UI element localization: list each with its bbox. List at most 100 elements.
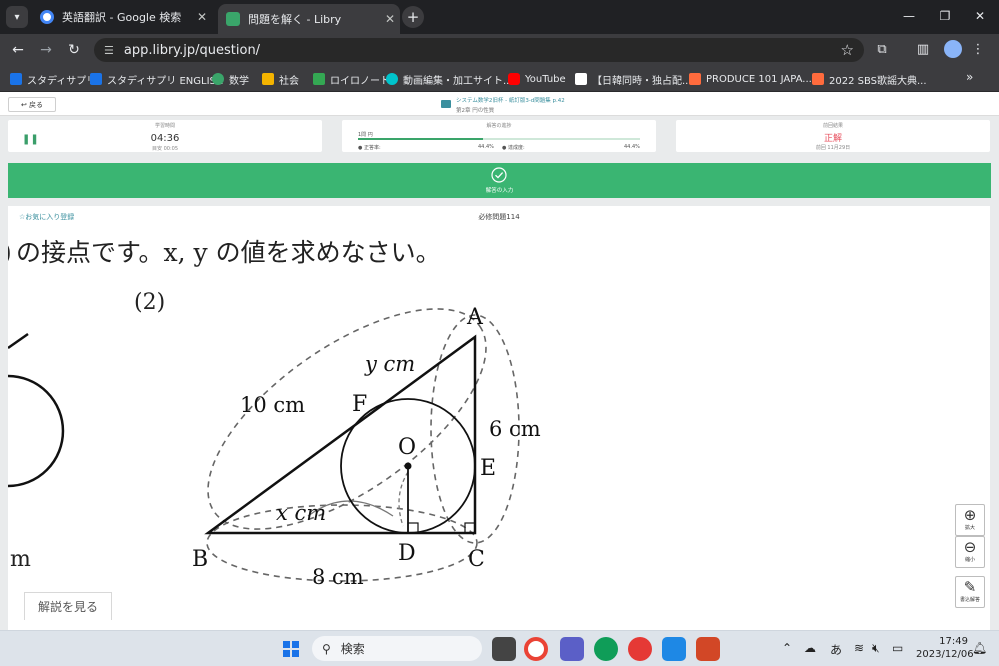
site-icon bbox=[689, 73, 701, 85]
minimize-button[interactable]: — bbox=[897, 6, 921, 26]
wifi-icon[interactable]: ≋ bbox=[854, 641, 864, 655]
edge-icon[interactable] bbox=[594, 637, 618, 661]
reload-icon[interactable]: ↻ bbox=[64, 40, 84, 60]
bookmark-item[interactable]: PRODUCE 101 JAPA... bbox=[689, 71, 812, 87]
youtube-icon bbox=[508, 73, 520, 85]
libry-favicon-icon bbox=[226, 12, 240, 26]
length-af: y cm bbox=[364, 352, 415, 376]
answer-input-label: 解答の入力 bbox=[485, 188, 514, 194]
partial-circle bbox=[8, 374, 65, 488]
previous-result: 正解 bbox=[823, 134, 842, 144]
bookmark-item[interactable]: 2022 SBS歌謡大典... bbox=[812, 71, 927, 87]
canva-icon bbox=[386, 73, 398, 85]
bookmark-item[interactable]: 社会 bbox=[262, 71, 299, 87]
triangle-abc bbox=[204, 334, 477, 535]
problem-text: の接点です。x, y の値を求めなさい。 bbox=[16, 238, 441, 267]
battery-icon[interactable]: ▭ bbox=[892, 641, 903, 655]
volume-muted-icon[interactable]: 🔇︎ bbox=[872, 641, 880, 656]
system-clock[interactable]: 17:49 2023/12/06 bbox=[916, 635, 974, 661]
close-icon[interactable]: ✕ bbox=[380, 12, 400, 26]
windows-taskbar: ⚲ 検索 ⌃ ☁ あ ≋ 🔇︎ ▭ 17:49 2023/12/06 🔔︎ bbox=[0, 630, 999, 666]
profile-avatar[interactable] bbox=[944, 40, 962, 58]
bookmark-item[interactable]: スタディサプリ ENGLISH bbox=[90, 71, 223, 87]
site-icon bbox=[812, 73, 824, 85]
view-solution-tab[interactable]: 解説を見る bbox=[24, 592, 112, 620]
zoom-in-button[interactable]: ⊕ 拡大 bbox=[955, 504, 985, 536]
site-icon bbox=[575, 73, 587, 85]
google-favicon-icon bbox=[40, 10, 54, 24]
media-player-icon[interactable] bbox=[628, 637, 652, 661]
check-circle-icon bbox=[491, 167, 507, 183]
onedrive-icon[interactable]: ☁ bbox=[804, 641, 816, 655]
back-arrow-icon[interactable]: ← bbox=[8, 40, 28, 60]
book-icon bbox=[262, 73, 274, 85]
bookmark-item[interactable]: YouTube bbox=[508, 71, 566, 87]
bookmark-star-icon[interactable]: ☆ bbox=[841, 41, 854, 59]
book-icon bbox=[441, 100, 451, 108]
bookmarks-bar: スタディサプリ スタディサプリ ENGLISH 数学 社会 ロイロノート 動画編… bbox=[0, 66, 999, 92]
powerpoint-icon[interactable] bbox=[696, 637, 720, 661]
libry-page: ↩ 戻る システム数学2旧杯 - 紙訂版3-d問題集 p.42 第2章 円の性質… bbox=[0, 92, 999, 630]
problem-area: ☆お気に入り登録 必修問題114 ) の接点です。x, y の値を求めなさい。 … bbox=[8, 206, 990, 630]
tab-google-search[interactable]: 英語翻訳 - Google 検索 ✕ bbox=[32, 4, 212, 30]
progress-question: 1問 円 bbox=[358, 132, 373, 138]
back-button[interactable]: ↩ 戻る bbox=[8, 97, 56, 112]
progress-fill bbox=[358, 138, 484, 140]
bookmark-item[interactable]: スタディサプリ bbox=[10, 71, 96, 87]
right-angle-d bbox=[407, 522, 419, 534]
bookmark-item[interactable]: 数学 bbox=[212, 71, 249, 87]
taskbar-search[interactable]: ⚲ 検索 bbox=[312, 636, 482, 661]
close-window-button[interactable]: ✕ bbox=[968, 6, 992, 26]
timer-label: 学習時間 bbox=[154, 123, 175, 129]
ime-indicator[interactable]: あ bbox=[830, 641, 842, 658]
part-label: (2) bbox=[134, 290, 165, 315]
notes-button[interactable]: ✎ 書込解答 bbox=[955, 576, 985, 608]
restore-button[interactable]: ❐ bbox=[933, 6, 957, 26]
accuracy-label: ● 正答率: bbox=[358, 145, 381, 151]
tab-libry[interactable]: 問題を解く - Libry ✕ bbox=[218, 4, 400, 34]
bookmark-item[interactable]: ロイロノート bbox=[313, 71, 390, 87]
more-bookmarks-button[interactable]: » bbox=[966, 70, 973, 84]
notification-bell-icon[interactable]: 🔔︎ bbox=[972, 641, 987, 655]
partial-line bbox=[8, 332, 29, 350]
label-o: O bbox=[398, 435, 416, 460]
book-title: システム数学2旧杯 - 紙訂版3-d問題集 p.42 bbox=[456, 98, 565, 104]
teams-icon[interactable] bbox=[560, 637, 584, 661]
new-tab-button[interactable]: + bbox=[402, 6, 424, 28]
windows-start-icon[interactable] bbox=[283, 641, 299, 657]
length-ac: 6 cm bbox=[489, 417, 541, 441]
menu-kebab-icon[interactable]: ⋮ bbox=[968, 40, 988, 60]
plus-icon: + bbox=[406, 8, 420, 26]
zoom-out-button[interactable]: ⊖ 縮小 bbox=[955, 536, 985, 568]
tab-strip: ▾ 英語翻訳 - Google 検索 ✕ 問題を解く - Libry ✕ + —… bbox=[0, 0, 999, 34]
label-d: D bbox=[398, 541, 416, 566]
length-bc: 8 cm bbox=[312, 565, 364, 589]
address-bar[interactable]: ☰ app.libry.jp/question/ ☆ bbox=[94, 38, 864, 62]
close-icon[interactable]: ✕ bbox=[192, 10, 212, 24]
chapter-title: 第2章 円の性質 bbox=[456, 108, 495, 114]
bookmark-item[interactable]: 動画編集・加工サイト... bbox=[386, 71, 513, 87]
label-e: E bbox=[480, 456, 496, 481]
clock-time: 17:49 bbox=[939, 636, 968, 647]
zoom-out-label: 縮小 bbox=[964, 557, 975, 563]
tray-overflow-icon[interactable]: ⌃ bbox=[782, 641, 792, 655]
answer-input-button[interactable]: 解答の入力 bbox=[8, 163, 991, 198]
zoom-in-label: 拡大 bbox=[964, 525, 975, 531]
tab-search-button[interactable]: ▾ bbox=[6, 6, 28, 28]
extensions-icon[interactable]: ⧉ bbox=[872, 40, 892, 60]
task-view-icon[interactable] bbox=[492, 637, 516, 661]
side-panel-icon[interactable]: ▥ bbox=[913, 40, 933, 60]
chrome-icon[interactable] bbox=[524, 637, 548, 661]
search-icon: ⚲ bbox=[322, 641, 331, 656]
photos-icon[interactable] bbox=[662, 637, 686, 661]
site-info-icon[interactable]: ☰ bbox=[104, 44, 114, 57]
bookmark-item[interactable]: 【日韓同時・独占配... bbox=[575, 71, 692, 87]
return-arrow-icon: ↩ bbox=[20, 100, 27, 109]
achievement-value: 44.4% bbox=[624, 144, 640, 150]
partial-unit: m bbox=[10, 547, 31, 572]
length-bd: x cm bbox=[276, 501, 326, 525]
label-f: F bbox=[352, 392, 367, 417]
forward-arrow-icon[interactable]: → bbox=[36, 40, 56, 60]
partial-paren: ) bbox=[8, 238, 12, 267]
edit-note-icon: ✎ bbox=[963, 578, 977, 596]
